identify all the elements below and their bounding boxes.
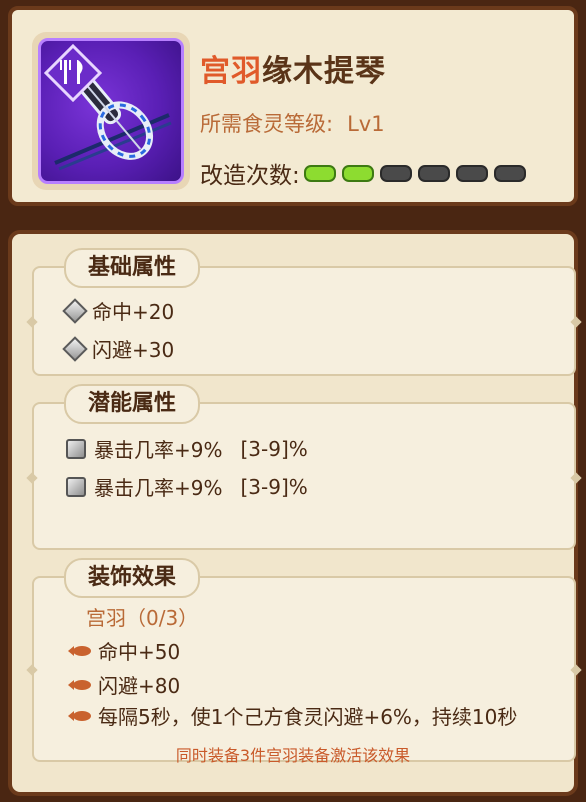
divider-ornament (26, 472, 38, 484)
potential-stat-row: 暴击几率+9% [3-9]% (66, 434, 308, 463)
set-effect-row: 闪避+80 (66, 670, 180, 699)
modify-pip-empty (455, 164, 488, 182)
potential-attributes-title: 潜能属性 (64, 384, 201, 424)
modify-progress-pips (303, 164, 526, 182)
basic-stat-text: 闪避+30 (92, 338, 175, 362)
potential-stat-range: [3-9]% (240, 474, 308, 499)
item-attributes-panel: 基础属性 命中+20 闪避+30 潜能属性 暴击几率+9% [3-9]% 暴击几… (8, 230, 582, 796)
fish-bullet-icon (68, 645, 91, 656)
set-name: 宫羽（0/3） (86, 606, 199, 630)
required-level-label: 所需食灵等级: (200, 112, 334, 136)
stat-diamond-icon (62, 335, 88, 362)
fish-bullet-icon (68, 711, 91, 721)
set-effect-text: 闪避+80 (98, 674, 181, 698)
item-detail-frame: 宫羽缘木提琴 所需食灵等级: Lv1 改造次数: 基础属性 命中+20 闪避+30 (0, 0, 586, 802)
basic-attributes-section: 基础属性 命中+20 闪避+30 (26, 248, 582, 376)
basic-attributes-title: 基础属性 (64, 248, 201, 288)
set-effect-row: 命中+50 (66, 636, 180, 665)
required-level: 所需食灵等级: Lv1 (200, 108, 385, 138)
divider-ornament (26, 316, 38, 328)
divider-ornament (26, 664, 38, 676)
modify-pip-filled (303, 164, 336, 182)
modify-pip-empty (379, 164, 412, 182)
stat-diamond-icon (62, 297, 88, 324)
modify-pip-empty (493, 164, 526, 182)
modify-pip-filled (341, 164, 374, 182)
potential-stat-text: 暴击几率+9% (94, 438, 223, 462)
set-activation-note: 同时装备3件宫羽装备激活该效果 (175, 746, 411, 765)
modify-count-label: 改造次数: (200, 163, 300, 189)
modify-pip-empty (417, 164, 450, 182)
fish-bullet-icon (68, 679, 91, 690)
decoration-effect-title: 装饰效果 (64, 558, 201, 598)
basic-stat-text: 命中+20 (92, 300, 175, 324)
stat-square-icon (66, 438, 86, 459)
item-header: 宫羽缘木提琴 所需食灵等级: Lv1 改造次数: (8, 6, 578, 206)
stat-square-icon (66, 476, 86, 497)
item-title-highlight: 宫羽 (200, 54, 262, 89)
set-effect-text: 命中+50 (98, 640, 181, 664)
potential-stat-range: [3-9]% (240, 436, 308, 461)
required-level-value: Lv1 (347, 112, 385, 136)
item-title-rest: 缘木提琴 (262, 54, 386, 89)
basic-stat-row: 命中+20 (62, 296, 175, 325)
potential-stat-text: 暴击几率+9% (94, 476, 223, 500)
set-effect-text: 每隔5秒，使1个己方食灵闪避+6%，持续10秒 (98, 705, 518, 729)
decoration-effect-section: 装饰效果 宫羽（0/3） 命中+50 闪避+80 每隔5秒，使1个己方食灵闪避+… (26, 558, 582, 762)
potential-stat-row: 暴击几率+9% [3-9]% (66, 472, 308, 501)
item-title: 宫羽缘木提琴 (200, 46, 386, 90)
divider-ornament (570, 316, 582, 328)
set-effect-row: 每隔5秒，使1个己方食灵闪避+6%，持续10秒 (66, 704, 536, 730)
divider-ornament (570, 472, 582, 484)
modify-count: 改造次数: (200, 156, 526, 190)
potential-attributes-section: 潜能属性 暴击几率+9% [3-9]% 暴击几率+9% [3-9]% (26, 384, 582, 550)
item-icon-frame (32, 32, 190, 190)
basic-stat-row: 闪避+30 (62, 334, 175, 363)
fork-knife-icon (43, 43, 103, 103)
divider-ornament (570, 664, 582, 676)
